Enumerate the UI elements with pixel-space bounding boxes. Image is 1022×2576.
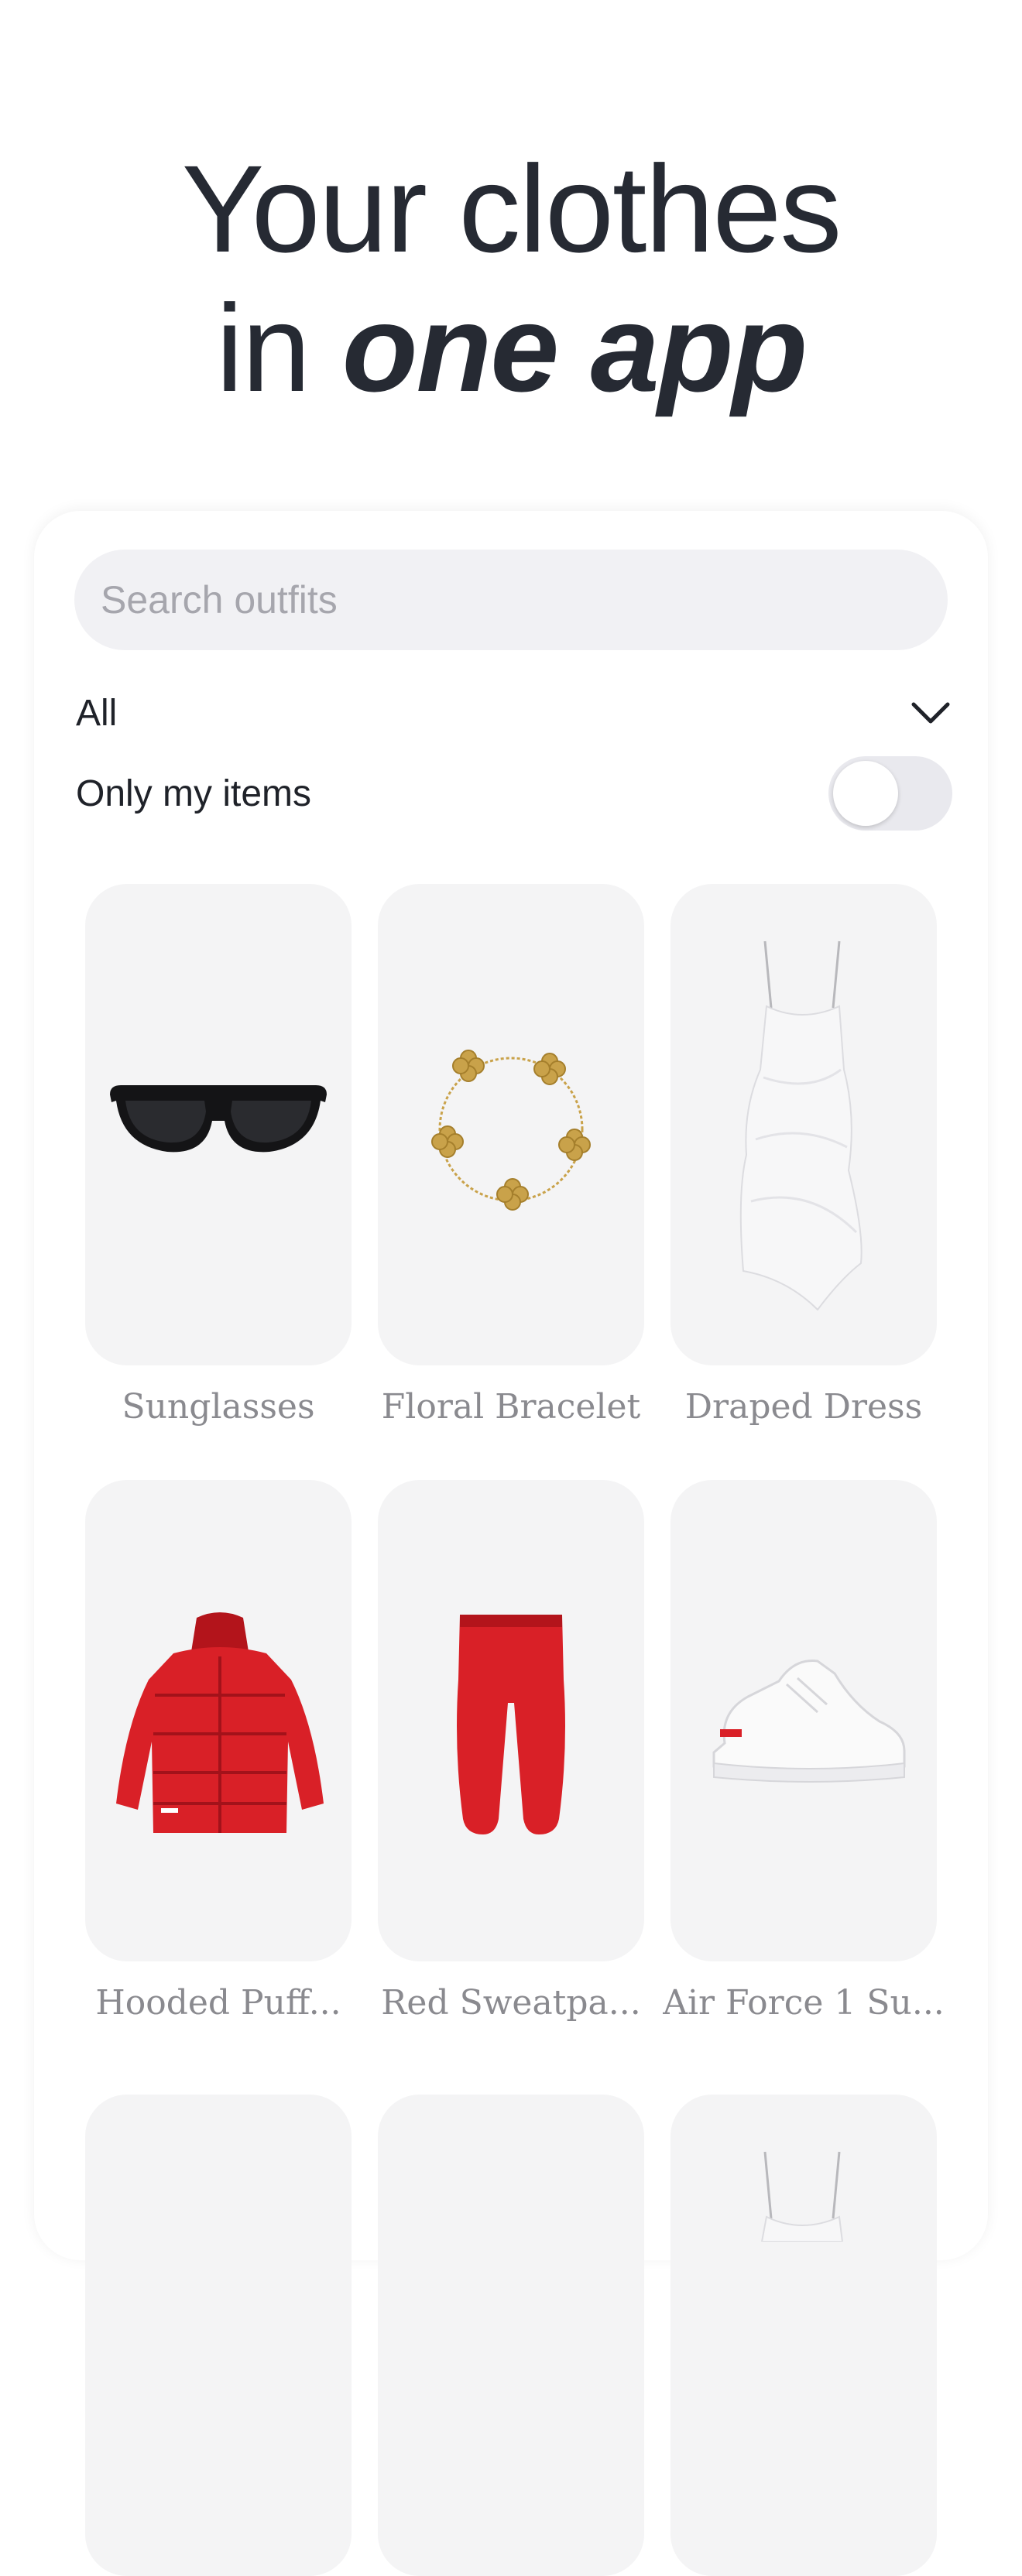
item-card-partial[interactable] bbox=[378, 2095, 644, 2576]
toggle-knob bbox=[833, 761, 898, 826]
only-my-items-row: Only my items bbox=[76, 756, 952, 831]
bracelet-icon bbox=[431, 1050, 591, 1211]
item-card-puffer-jacket[interactable] bbox=[85, 1480, 352, 1961]
item-card-partial[interactable] bbox=[85, 2095, 352, 2576]
headline-prefix: in bbox=[215, 279, 342, 417]
item-card-dress[interactable] bbox=[670, 884, 937, 1365]
item-label: Sunglasses bbox=[122, 1387, 315, 1427]
sweatpants-icon bbox=[457, 1615, 565, 1834]
item-card-partial[interactable] bbox=[670, 2095, 937, 2576]
item-label: Draped Dress bbox=[684, 1387, 923, 1427]
item-card-sneaker[interactable] bbox=[670, 1480, 937, 1961]
item-label: Red Sweatpa... bbox=[381, 1983, 641, 2023]
item-card-bracelet[interactable] bbox=[378, 884, 644, 1365]
item-card-sweatpants[interactable] bbox=[378, 1480, 644, 1961]
puffer-jacket-icon bbox=[116, 1612, 324, 1833]
search-placeholder: Search outfits bbox=[101, 578, 338, 622]
only-my-items-label: Only my items bbox=[76, 772, 312, 814]
hero-headline: Your clothes in one app bbox=[0, 139, 1022, 418]
dress-icon bbox=[739, 940, 863, 1311]
item-label: Floral Bracelet bbox=[381, 1387, 641, 1427]
category-dropdown[interactable]: All bbox=[76, 686, 951, 740]
item-label: Hooded Puff... bbox=[95, 1983, 341, 2023]
item-label: Air Force 1 Su... bbox=[663, 1983, 945, 2023]
category-selected: All bbox=[76, 692, 118, 734]
search-input[interactable]: Search outfits bbox=[74, 550, 948, 650]
only-my-items-toggle[interactable] bbox=[828, 756, 952, 831]
sunglasses-icon bbox=[110, 1085, 327, 1153]
item-card-sunglasses[interactable] bbox=[85, 884, 352, 1365]
dress-icon bbox=[760, 2151, 844, 2242]
headline-emphasis: one app bbox=[341, 279, 808, 417]
chevron-down-icon bbox=[911, 700, 951, 726]
headline-line-2: in one app bbox=[0, 279, 1022, 418]
headline-line-1: Your clothes bbox=[181, 139, 842, 278]
sneaker-icon bbox=[712, 1660, 906, 1783]
